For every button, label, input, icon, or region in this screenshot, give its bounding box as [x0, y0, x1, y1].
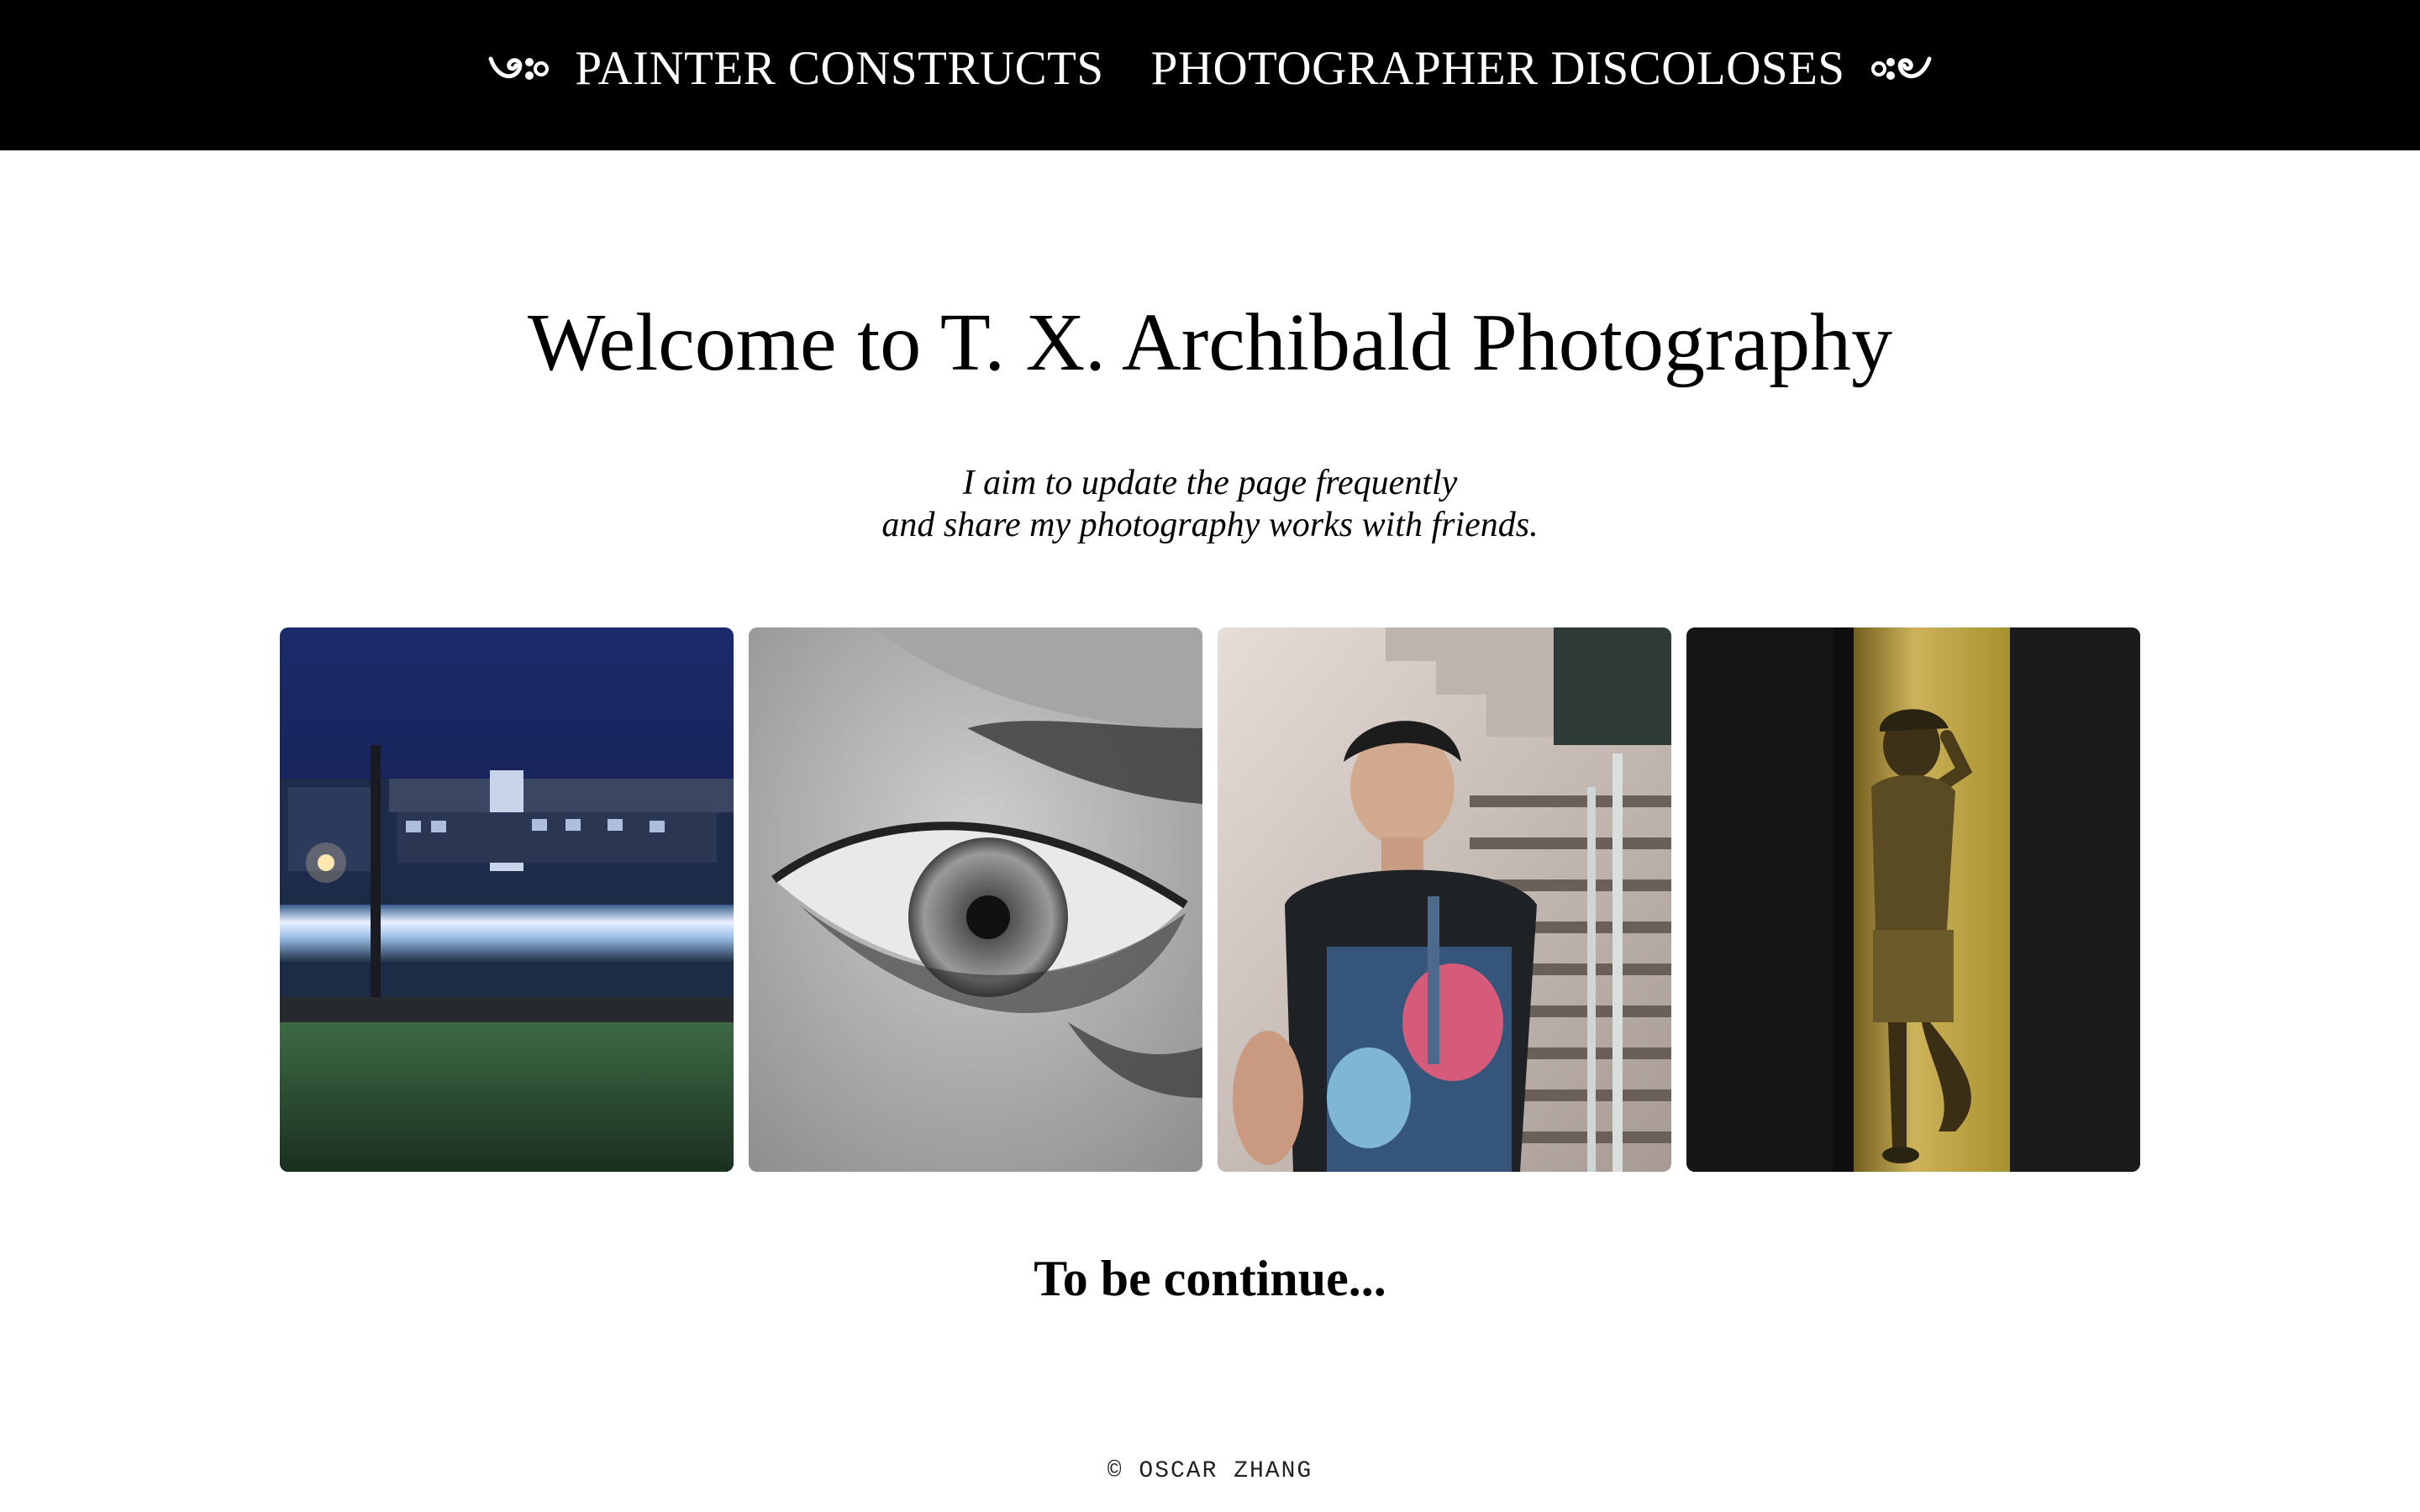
gallery-photo-staircase-portrait[interactable] [1218, 627, 1671, 1172]
subtitle-line: and share my photography works with frie… [881, 506, 1539, 544]
gallery-photo-night-train[interactable] [280, 627, 734, 1172]
gallery-photo-eye[interactable] [749, 627, 1202, 1172]
nav-link-photographer-discoloses[interactable]: PHOTOGRAPHER DISCOLOSES [1151, 41, 1845, 96]
nav-link-painter-constructs[interactable]: PAINTER CONSTRUCTS [575, 41, 1103, 96]
swirl-ornament-icon [486, 50, 551, 87]
photo-gallery [280, 627, 2141, 1172]
top-navigation-bar: PAINTER CONSTRUCTS PHOTOGRAPHER DISCOLOS… [0, 0, 2420, 150]
page-subtitle: I aim to update the page frequently and … [0, 462, 2420, 546]
page-title: Welcome to T. X. Archibald Photography [527, 297, 1893, 388]
gallery-photo-yellow-doorway[interactable] [1686, 627, 2140, 1172]
footer-copyright: © OSCAR ZHANG [1107, 1458, 1313, 1484]
continue-heading: To be continue... [1034, 1251, 1386, 1306]
nav-links-group: PAINTER CONSTRUCTS PHOTOGRAPHER DISCOLOS… [486, 41, 1933, 96]
swirl-ornament-icon [1869, 50, 1934, 87]
subtitle-line: I aim to update the page frequently [962, 464, 1458, 502]
